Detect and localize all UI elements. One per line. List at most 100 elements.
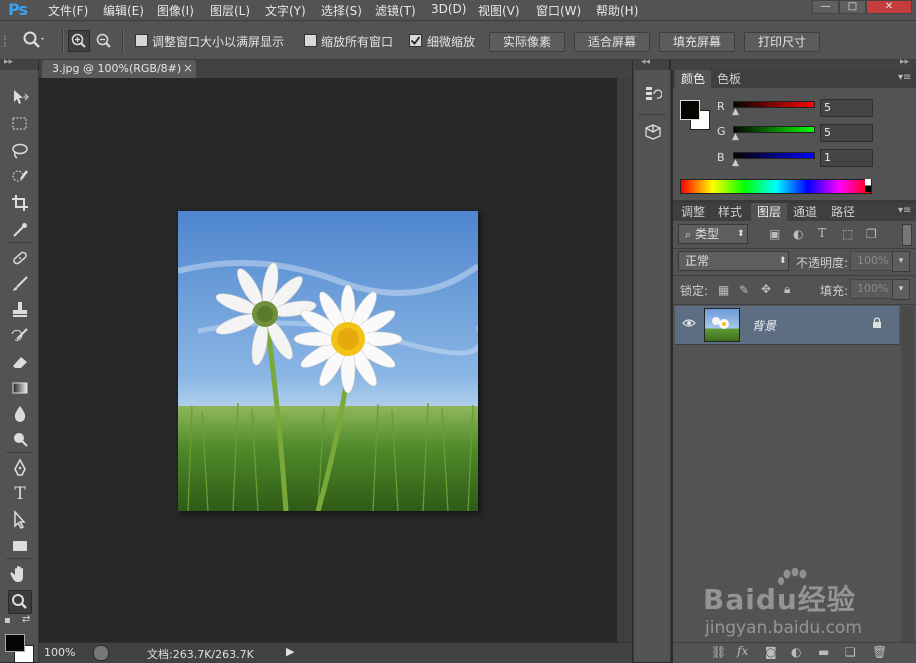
red-value-input[interactable]: 5 — [820, 99, 873, 117]
document-tab-close-icon[interactable]: × — [183, 61, 193, 75]
layer-row[interactable]: 背景 — [675, 306, 899, 345]
color-panel-menu-icon[interactable]: ▾≡ — [898, 72, 911, 83]
menu-view[interactable]: 视图(V) — [478, 2, 520, 19]
tools-panel-header[interactable]: ▸▸ — [0, 57, 38, 70]
lock-position-icon[interactable]: ✥ — [761, 282, 771, 296]
blue-slider-handle-icon[interactable]: ▲ — [732, 158, 739, 168]
document-image[interactable] — [178, 211, 478, 511]
bw-swatch[interactable] — [865, 179, 871, 192]
crop-tool-icon[interactable] — [9, 192, 31, 214]
tab-color[interactable]: 颜色 — [675, 70, 712, 88]
gradient-tool-icon[interactable] — [9, 377, 31, 399]
rectangle-tool-icon[interactable] — [9, 535, 31, 557]
tab-layers[interactable]: 图层 — [751, 203, 788, 221]
default-colors-icon[interactable]: ▪ — [4, 615, 11, 626]
layers-scrollbar[interactable] — [901, 306, 914, 642]
print-size-button[interactable]: 打印尺寸 — [744, 32, 820, 52]
history-panel-icon[interactable] — [644, 85, 663, 103]
blur-tool-icon[interactable] — [9, 403, 31, 425]
foreground-color-swatch[interactable] — [5, 634, 25, 652]
canvas-area[interactable] — [39, 78, 617, 642]
menu-3d[interactable]: 3D(D) — [431, 2, 466, 16]
menu-file[interactable]: 文件(F) — [48, 2, 88, 19]
filter-smart-object-icon[interactable]: ❐ — [866, 227, 877, 241]
blue-value-input[interactable]: 1 — [820, 149, 873, 167]
fill-input[interactable]: 100% — [850, 279, 896, 299]
menu-edit[interactable]: 编辑(E) — [103, 2, 144, 19]
tab-adjustments[interactable]: 调整 — [675, 203, 711, 221]
opacity-slider-arrow-icon[interactable]: ▾ — [892, 251, 910, 272]
filter-adjustment-icon[interactable]: ◐ — [793, 227, 803, 241]
tab-styles[interactable]: 样式 — [712, 203, 748, 221]
menu-filter[interactable]: 滤镜(T) — [375, 2, 416, 19]
menu-window[interactable]: 窗口(W) — [536, 2, 581, 19]
tab-paths[interactable]: 路径 — [825, 203, 861, 221]
type-tool-icon[interactable]: T — [9, 483, 31, 505]
menu-layer[interactable]: 图层(L) — [210, 2, 250, 19]
history-brush-tool-icon[interactable] — [9, 325, 31, 347]
restore-button[interactable]: □ — [839, 0, 866, 14]
eyedropper-tool-icon[interactable] — [9, 219, 31, 241]
actual-pixels-button[interactable]: 实际像素 — [489, 32, 565, 52]
filter-toggle[interactable] — [902, 224, 912, 246]
right-panels-header[interactable]: ▸▸ — [671, 57, 916, 70]
brush-tool-icon[interactable] — [9, 273, 31, 295]
new-layer-icon[interactable]: ❏ — [845, 645, 856, 659]
pen-tool-icon[interactable] — [9, 457, 31, 479]
new-group-icon[interactable]: ▬ — [818, 645, 829, 659]
red-slider-handle-icon[interactable]: ▲ — [732, 107, 739, 117]
lock-transparent-icon[interactable]: ▦ — [718, 283, 729, 297]
expand-right-icon[interactable]: ▸▸ — [900, 57, 909, 67]
menu-type[interactable]: 文字(Y) — [265, 2, 306, 19]
lasso-tool-icon[interactable] — [9, 140, 31, 162]
healing-brush-tool-icon[interactable] — [9, 247, 31, 269]
green-value-input[interactable]: 5 — [820, 124, 873, 142]
color-spectrum-ramp[interactable] — [680, 179, 872, 194]
dodge-tool-icon[interactable] — [9, 429, 31, 451]
menu-select[interactable]: 选择(S) — [321, 2, 362, 19]
zoom-out-icon[interactable] — [94, 31, 114, 51]
fit-screen-button[interactable]: 适合屏幕 — [574, 32, 650, 52]
green-slider-handle-icon[interactable]: ▲ — [732, 132, 739, 142]
filter-shape-icon[interactable]: ⬚ — [842, 227, 853, 241]
opacity-input[interactable]: 100% — [850, 251, 896, 271]
tab-channels[interactable]: 通道 — [787, 203, 823, 221]
dock-header[interactable]: ◂◂ — [633, 57, 669, 70]
swap-colors-icon[interactable]: ⇄ — [22, 614, 30, 625]
fill-slider-arrow-icon[interactable]: ▾ — [892, 279, 910, 300]
move-tool-icon[interactable] — [9, 86, 31, 108]
adjustment-layer-icon[interactable]: ◐ — [791, 645, 801, 659]
blue-slider[interactable] — [733, 152, 815, 159]
collapse-icon[interactable]: ◂◂ — [641, 57, 650, 67]
filter-pixel-icon[interactable]: ▣ — [769, 227, 780, 241]
layer-filter-dropdown[interactable]: ⌕ 类型 ⬍ — [678, 224, 748, 244]
quick-selection-tool-icon[interactable] — [9, 166, 31, 188]
link-layers-icon[interactable]: ⛓ — [711, 645, 726, 659]
visibility-eye-icon[interactable] — [682, 317, 696, 332]
layer-style-fx-icon[interactable]: fx — [737, 644, 748, 658]
status-menu-arrow-icon[interactable]: ▶ — [286, 645, 294, 658]
zoom-tool-icon[interactable] — [22, 30, 44, 54]
tab-swatches[interactable]: 色板 — [711, 70, 747, 88]
scrubby-zoom-checkbox[interactable] — [409, 34, 422, 47]
lock-all-icon[interactable]: 🔒︎ — [784, 282, 790, 297]
color-foreground-swatch[interactable] — [680, 100, 700, 120]
red-slider[interactable] — [733, 101, 815, 108]
lock-image-icon[interactable]: ✎ — [739, 283, 749, 297]
fill-screen-button[interactable]: 填充屏幕 — [659, 32, 735, 52]
path-selection-tool-icon[interactable] — [9, 509, 31, 531]
menu-help[interactable]: 帮助(H) — [596, 2, 638, 19]
document-tab[interactable]: 3.jpg @ 100%(RGB/8#) × — [42, 60, 196, 78]
3d-panel-icon[interactable] — [644, 123, 662, 141]
layers-panel-menu-icon[interactable]: ▾≡ — [898, 205, 911, 216]
add-mask-icon[interactable]: ◙ — [765, 645, 777, 659]
resize-windows-checkbox[interactable] — [135, 34, 148, 47]
zoom-in-icon[interactable] — [68, 30, 90, 52]
delete-layer-icon[interactable]: 🗑︎ — [872, 645, 887, 659]
layer-name[interactable]: 背景 — [752, 317, 776, 334]
close-button[interactable]: ✕ — [866, 0, 912, 14]
hand-tool-icon[interactable] — [9, 563, 31, 585]
expand-icon[interactable]: ▸▸ — [4, 57, 13, 67]
green-slider[interactable] — [733, 126, 815, 133]
minimize-button[interactable]: — — [812, 0, 839, 14]
